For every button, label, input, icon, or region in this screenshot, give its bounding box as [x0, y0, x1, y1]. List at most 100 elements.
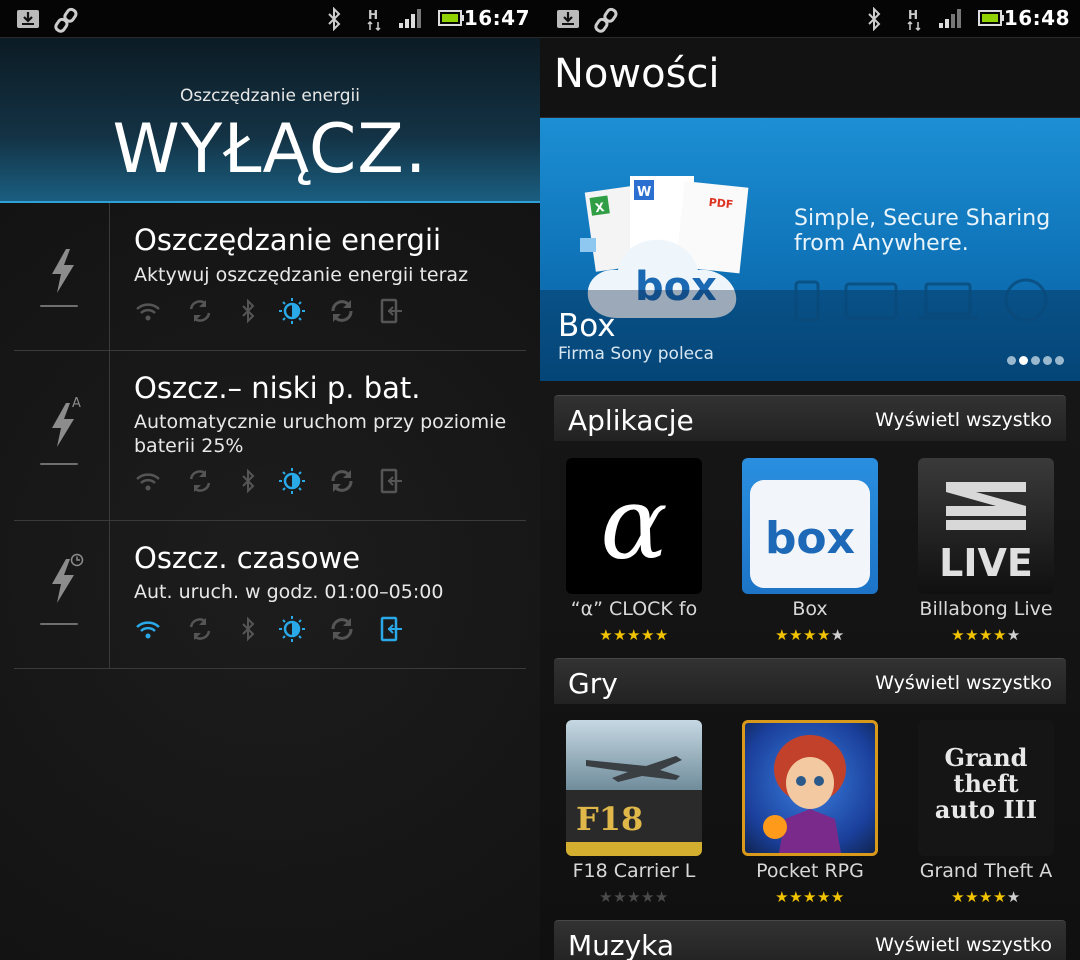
mode-description: Automatycznie uruchom przy poziomie bate…	[134, 411, 507, 457]
app-name: Billabong Live	[919, 598, 1053, 620]
app-icon-f18: F18	[566, 720, 702, 856]
banner-headline: Simple, Secure Sharing from Anywhere.	[794, 206, 1051, 256]
rating-stars: ★★★★★	[775, 888, 845, 906]
app-name: “α” CLOCK fo	[570, 598, 698, 620]
bluetooth-icon	[234, 467, 262, 495]
battery-icon	[977, 7, 1005, 31]
rating-stars: ★★★★★	[599, 626, 669, 644]
app-item[interactable]: F18 F18 Carrier L ★★★★★	[564, 720, 704, 910]
svg-text:box: box	[765, 513, 855, 564]
svg-text:LIVE: LIVE	[939, 541, 1033, 585]
auto-sync-icon	[328, 297, 356, 325]
signal-icon	[398, 7, 422, 31]
power-toggle-state[interactable]: WYŁĄCZ.	[0, 110, 540, 189]
download-icon	[556, 7, 580, 31]
sync-data-icon	[186, 467, 214, 495]
battery-icon	[437, 7, 465, 31]
power-saving-header[interactable]: Oszczędzanie energii WYŁĄCZ.	[0, 38, 540, 203]
bluetooth-icon	[234, 297, 262, 325]
screen-timeout-icon	[378, 615, 406, 643]
svg-text:Grand: Grand	[945, 743, 1028, 772]
mode-low-battery[interactable]: A Oszcz.– niski p. bat. Automatycznie ur…	[14, 351, 526, 521]
rating-stars: ★★★★★	[775, 626, 845, 644]
app-name: Pocket RPG	[756, 860, 864, 882]
app-icon-box: box	[742, 458, 878, 594]
auto-sync-icon	[328, 615, 356, 643]
svg-text:auto III: auto III	[935, 795, 1037, 824]
svg-text:H: H	[368, 8, 378, 22]
title-bar: Nowości	[540, 38, 1080, 118]
app-item[interactable]: Grand theft auto III Grand Theft A ★★★★★	[916, 720, 1056, 910]
sync-data-icon	[186, 297, 214, 325]
view-all-link[interactable]: Wyświetl wszystko	[875, 934, 1052, 956]
app-icon-alpha-clock: α	[566, 458, 702, 594]
banner-subtitle: Firma Sony poleca	[558, 344, 714, 364]
mode-title: Oszczędzanie energii	[134, 223, 442, 257]
hspa-data-icon: H	[366, 7, 384, 32]
banner-page-indicator	[1004, 350, 1064, 369]
app-name: Box	[792, 598, 828, 620]
rating-stars: ★★★★★	[599, 888, 669, 906]
banner-title: Box	[558, 308, 616, 344]
screen-timeout-icon	[378, 467, 406, 495]
app-name: Grand Theft A	[919, 860, 1053, 882]
app-item[interactable]: box Box ★★★★★	[740, 458, 880, 648]
section-header-music: Muzyka Wyświetl wszystko	[554, 920, 1066, 960]
mode-scheduled[interactable]: Oszcz. czasowe Aut. uruch. w godz. 01:00…	[14, 521, 526, 669]
view-all-link[interactable]: Wyświetl wszystko	[875, 409, 1052, 431]
clock: 16:47	[463, 6, 530, 30]
brightness-icon	[278, 467, 306, 495]
auto-sync-icon	[328, 467, 356, 495]
wifi-icon	[134, 467, 162, 495]
featured-banner[interactable]: X W PDF box Simple, Secure Sharing from …	[540, 118, 1080, 381]
status-bar: H 16:48	[540, 0, 1080, 38]
link-icon	[594, 7, 618, 33]
bluetooth-icon	[234, 615, 262, 643]
signal-icon	[938, 7, 962, 31]
bluetooth-icon	[866, 6, 882, 32]
section-title: Muzyka	[568, 929, 675, 960]
app-item[interactable]: α “α” CLOCK fo ★★★★★	[564, 458, 704, 648]
section-header-apps: Aplikacje Wyświetl wszystko	[554, 395, 1066, 441]
app-item[interactable]: Pocket RPG ★★★★★	[740, 720, 880, 910]
mode-power-saving[interactable]: Oszczędzanie energii Aktywuj oszczędzani…	[14, 203, 526, 351]
hspa-data-icon: H	[906, 7, 924, 32]
header-subtitle: Oszczędzanie energii	[179, 86, 360, 106]
mode-title: Oszcz. czasowe	[134, 541, 361, 575]
brightness-icon	[278, 615, 306, 643]
svg-text:A: A	[72, 396, 81, 409]
svg-text:α: α	[600, 465, 668, 582]
mode-description: Aktywuj oszczędzanie energii teraz	[134, 264, 469, 286]
section-title: Aplikacje	[568, 404, 694, 437]
rating-stars: ★★★★★	[951, 888, 1021, 906]
power-saving-screen: H 16:47 Oszczędzanie energii WYŁĄCZ. Osz…	[0, 0, 540, 960]
app-icon-pocket-rpg	[742, 720, 878, 856]
devices-illustration	[794, 278, 1048, 322]
lightning-icon	[52, 249, 74, 293]
app-item[interactable]: LIVE Billabong Live ★★★★★	[916, 458, 1056, 648]
link-icon	[54, 7, 78, 33]
svg-text:H: H	[908, 8, 918, 22]
svg-text:W: W	[637, 185, 651, 200]
svg-text:F18: F18	[576, 800, 643, 838]
bluetooth-icon	[326, 6, 342, 32]
app-name: F18 Carrier L	[572, 860, 696, 882]
sync-data-icon	[186, 615, 214, 643]
svg-text:theft: theft	[953, 769, 1018, 798]
view-all-link[interactable]: Wyświetl wszystko	[875, 672, 1052, 694]
mode-description: Aut. uruch. w godz. 01:00–05:00	[134, 581, 444, 603]
page-title: Nowości	[554, 51, 720, 97]
clock: 16:48	[1003, 6, 1070, 30]
screen-timeout-icon	[378, 297, 406, 325]
store-screen: H 16:48 Nowości X W PDF box Simple, Secu…	[540, 0, 1080, 960]
svg-text:PDF: PDF	[708, 196, 734, 212]
wifi-icon	[134, 297, 162, 325]
rating-stars: ★★★★★	[951, 626, 1021, 644]
brightness-icon	[278, 297, 306, 325]
wifi-icon	[134, 615, 162, 643]
section-header-games: Gry Wyświetl wszystko	[554, 658, 1066, 704]
section-title: Gry	[568, 667, 618, 700]
app-icon-gta3: Grand theft auto III	[918, 720, 1054, 856]
mode-title: Oszcz.– niski p. bat.	[134, 371, 421, 405]
clock-icon	[70, 553, 84, 567]
